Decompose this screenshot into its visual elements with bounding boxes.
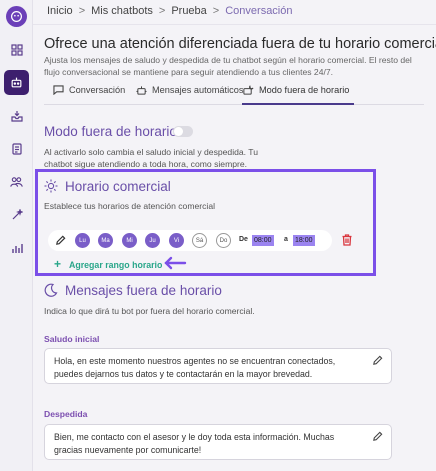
tab-after-hours[interactable]: Modo fuera de horario xyxy=(242,85,355,105)
sidebar-item-dashboard[interactable] xyxy=(4,37,29,62)
day-saturday[interactable]: Sá xyxy=(192,233,207,248)
after-hours-toggle[interactable] xyxy=(173,126,193,137)
farewell-message-field[interactable]: Bien, me contacto con el asesor y le doy… xyxy=(44,424,392,460)
farewell-message-text: Bien, me contacto con el asesor y le doy… xyxy=(54,432,335,455)
day-wednesday[interactable]: Mi xyxy=(122,233,137,248)
page-title: Ofrece una atención diferenciada fuera d… xyxy=(44,36,436,52)
tab-bar: Conversación Mensajes automáticos Modo f… xyxy=(44,85,424,105)
sidebar-item-chatbots[interactable] xyxy=(4,70,29,95)
from-time-input[interactable]: 08:00 xyxy=(252,235,274,246)
after-hours-description: Al activarlo solo cambia el saludo inici… xyxy=(44,147,259,169)
from-label: De xyxy=(239,236,248,243)
moon-icon xyxy=(44,283,58,297)
to-label: a xyxy=(284,236,288,243)
day-sunday[interactable]: Do xyxy=(216,233,231,248)
robot-icon xyxy=(136,86,147,95)
business-hours-title: Horario comercial xyxy=(65,179,171,194)
breadcrumb-separator: > xyxy=(158,5,166,17)
tab-label: Modo fuera de horario xyxy=(259,85,350,95)
day-friday[interactable]: Vi xyxy=(169,233,184,248)
tab-conversation[interactable]: Conversación xyxy=(53,85,125,105)
add-range-button[interactable]: + Agregar rango horario xyxy=(54,257,162,271)
sidebar-item-inbox[interactable] xyxy=(4,103,29,128)
trash-icon[interactable] xyxy=(342,234,352,246)
breadcrumb: Inicio > Mis chatbots > Prueba > Conversación xyxy=(47,5,293,17)
add-range-label: Agregar rango horario xyxy=(69,260,163,270)
breadcrumb-separator: > xyxy=(212,5,220,17)
messages-description: Indica lo que dirá tu bot por fuera del … xyxy=(44,306,255,316)
pencil-icon[interactable] xyxy=(55,235,66,246)
sidebar-item-analytics[interactable] xyxy=(4,235,29,260)
brand-logo-icon xyxy=(11,11,22,22)
header-divider xyxy=(33,24,436,25)
day-monday[interactable]: Lu xyxy=(75,233,90,248)
after-hours-title: Modo fuera de horario xyxy=(44,124,177,139)
robot-moon-icon xyxy=(243,85,254,95)
page-subtitle: Ajusta los mensajes de saludo y despedid… xyxy=(44,55,412,77)
greeting-message-text: Hola, en este momento nuestros agentes n… xyxy=(54,356,336,379)
sidebar-item-reports[interactable] xyxy=(4,136,29,161)
users-icon xyxy=(10,176,23,187)
greeting-message-field[interactable]: Hola, en este momento nuestros agentes n… xyxy=(44,348,392,384)
breadcrumb-separator: > xyxy=(78,5,86,17)
bar-chart-icon xyxy=(11,243,23,253)
day-tuesday[interactable]: Ma xyxy=(98,233,113,248)
chat-icon xyxy=(53,85,64,95)
arrow-left-icon xyxy=(164,256,187,270)
to-time-input[interactable]: 18:00 xyxy=(293,235,315,246)
pencil-icon[interactable] xyxy=(372,355,383,366)
sun-icon xyxy=(44,179,58,193)
plus-icon: + xyxy=(54,257,62,271)
schedule-row: Lu Ma Mi Ju Vi Sá Do De 08:00 a 18:00 xyxy=(48,230,332,251)
sidebar-item-contacts[interactable] xyxy=(4,169,29,194)
grid-icon xyxy=(10,43,23,56)
magic-wand-icon xyxy=(12,208,23,219)
robot-icon xyxy=(11,77,22,88)
breadcrumb-bot[interactable]: Prueba xyxy=(171,5,206,17)
breadcrumb-chatbots[interactable]: Mis chatbots xyxy=(91,5,153,17)
pencil-icon[interactable] xyxy=(372,431,383,442)
sidebar xyxy=(0,0,33,471)
farewell-label: Despedida xyxy=(44,409,88,419)
tab-label: Mensajes automáticos xyxy=(152,85,244,95)
report-icon xyxy=(11,142,22,155)
business-hours-description: Establece tus horarios de atención comer… xyxy=(44,201,216,211)
day-thursday[interactable]: Ju xyxy=(145,233,160,248)
breadcrumb-current: Conversación xyxy=(225,5,293,17)
breadcrumb-home[interactable]: Inicio xyxy=(47,5,73,17)
greeting-label: Saludo inicial xyxy=(44,334,100,344)
tab-label: Conversación xyxy=(69,85,126,95)
sidebar-item-campaigns[interactable] xyxy=(4,202,29,227)
messages-title: Mensajes fuera de horario xyxy=(65,283,222,298)
inbox-icon xyxy=(10,110,23,122)
tab-automatic-messages[interactable]: Mensajes automáticos xyxy=(136,85,243,105)
app-logo[interactable] xyxy=(6,6,27,27)
